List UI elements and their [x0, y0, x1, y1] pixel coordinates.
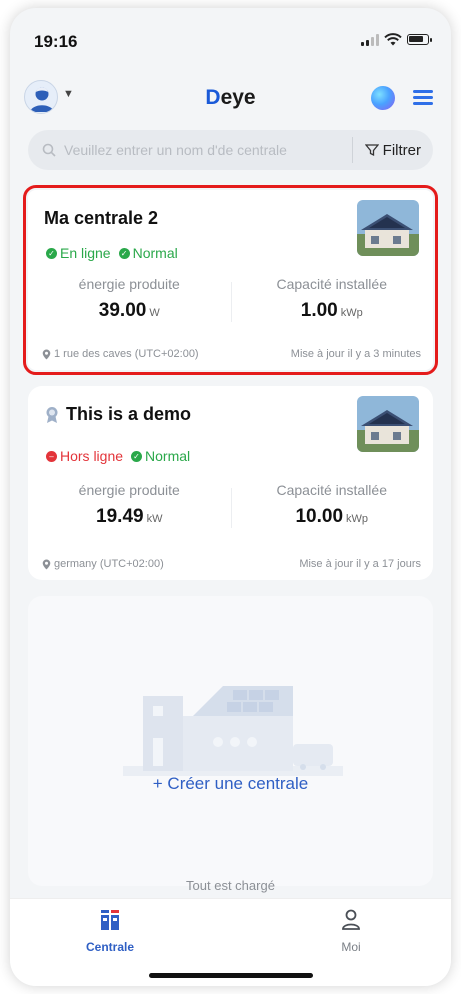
connection-badge: ✓ En ligne: [46, 245, 111, 261]
status-icons: [361, 33, 432, 46]
location-text: germany (UTC+02:00): [54, 558, 164, 570]
logo-initial: D: [205, 86, 221, 109]
plant-thumbnail: [357, 396, 419, 452]
list-menu-icon[interactable]: [413, 90, 433, 106]
capacity-label: Capacité installée: [276, 482, 387, 498]
plant-thumbnail: [357, 200, 419, 256]
energy-label: énergie produite: [78, 482, 180, 498]
search-icon: [42, 143, 56, 157]
all-loaded-text: Tout est chargé: [186, 878, 275, 893]
create-plant-card[interactable]: + Créer une centrale: [28, 596, 433, 886]
capacity-number: 1.00: [300, 300, 338, 321]
globe-icon[interactable]: [371, 86, 395, 110]
plant-name-text: Ma centrale 2: [44, 208, 159, 228]
phone-screen: 19:16 ▼ Deye Veuillez entrer un nom d'de…: [10, 8, 451, 986]
plant-metrics: énergie produite 19.49 kW Capacité instal…: [28, 482, 433, 538]
wifi-icon: [384, 33, 402, 46]
energy-label: énergie produite: [78, 276, 180, 292]
energy-number: 39.00: [98, 300, 147, 321]
tab-centrale[interactable]: Centrale: [50, 909, 170, 954]
energy-metric: énergie produite 39.00 W: [28, 276, 231, 322]
tab-moi-label: Moi: [341, 940, 361, 954]
health-status: Normal: [132, 245, 178, 261]
updated-text: Mise à jour il y a 17 jours: [299, 558, 421, 570]
create-plant-button[interactable]: + Créer une centrale: [28, 774, 433, 794]
logo-rest: eye: [220, 86, 256, 109]
capacity-unit: kWp: [340, 307, 363, 319]
plant-card[interactable]: Ma centrale 2 ✓ En ligne ✓ Normal énergie …: [23, 185, 438, 375]
connection-status: Hors ligne: [60, 448, 124, 464]
capacity-value: 1.00 kWp: [231, 300, 434, 322]
energy-value: 19.49 kW: [28, 506, 231, 528]
capacity-metric: Capacité installée 1.00 kWp: [231, 276, 434, 322]
plant-location: germany (UTC+02:00): [42, 558, 164, 570]
check-icon: ✓: [131, 450, 143, 462]
capacity-unit: kWp: [346, 513, 369, 525]
plant-footer: 1 rue des caves (UTC+02:00) Mise à jour …: [42, 348, 421, 360]
check-icon: ✓: [118, 247, 130, 259]
capacity-number: 10.00: [295, 506, 344, 527]
search-input[interactable]: [56, 130, 352, 170]
updated-text: Mise à jour il y a 3 minutes: [290, 348, 421, 360]
location-pin-icon: [42, 349, 51, 359]
energy-number: 19.49: [96, 506, 144, 527]
demo-badge-icon: [46, 406, 58, 423]
health-badge: ✓ Normal: [131, 448, 190, 464]
app-header: ▼ Deye: [10, 78, 451, 118]
plant-tab-icon: [101, 910, 119, 930]
health-badge: ✓ Normal: [118, 245, 178, 261]
energy-unit: W: [149, 307, 160, 319]
plant-illustration: [123, 686, 343, 776]
location-text: 1 rue des caves (UTC+02:00): [54, 348, 199, 360]
status-time: 19:16: [34, 32, 78, 51]
capacity-value: 10.00 kWp: [231, 506, 434, 528]
plant-metrics: énergie produite 39.00 W Capacité install…: [28, 276, 433, 332]
location-pin-icon: [42, 559, 51, 569]
status-bar: 19:16: [10, 8, 451, 66]
filter-button[interactable]: Filtrer: [351, 137, 433, 163]
minus-icon: –: [46, 450, 57, 462]
plant-footer: germany (UTC+02:00) Mise à jour il y a 1…: [42, 558, 421, 570]
energy-metric: énergie produite 19.49 kW: [28, 482, 231, 528]
search-bar: Filtrer: [28, 130, 433, 170]
capacity-label: Capacité installée: [276, 276, 387, 292]
bottom-tab-bar: Centrale Moi: [10, 898, 451, 986]
plant-name: This is a demo: [44, 404, 191, 425]
plant-name-text: This is a demo: [66, 404, 192, 424]
home-indicator[interactable]: [148, 973, 313, 978]
filter-icon: [364, 144, 379, 157]
health-status: Normal: [145, 448, 191, 464]
check-icon: ✓: [46, 247, 57, 259]
tab-centrale-label: Centrale: [85, 940, 135, 954]
capacity-metric: Capacité installée 10.00 kWp: [231, 482, 434, 528]
energy-unit: kW: [146, 513, 163, 525]
plant-location: 1 rue des caves (UTC+02:00): [42, 348, 199, 360]
filter-label: Filtrer: [382, 141, 421, 159]
plant-card[interactable]: This is a demo – Hors ligne ✓ Normal énerg…: [28, 386, 433, 580]
battery-icon: [407, 34, 432, 45]
energy-value: 39.00 W: [28, 300, 231, 322]
connection-status: En ligne: [60, 245, 111, 261]
tab-moi[interactable]: Moi: [291, 909, 411, 954]
status-badges: – Hors ligne ✓ Normal: [46, 448, 190, 464]
status-badges: ✓ En ligne ✓ Normal: [46, 245, 178, 261]
signal-icon: [361, 33, 379, 46]
person-icon: [342, 909, 360, 930]
plant-name: Ma centrale 2: [44, 208, 158, 229]
connection-badge: – Hors ligne: [46, 448, 123, 464]
